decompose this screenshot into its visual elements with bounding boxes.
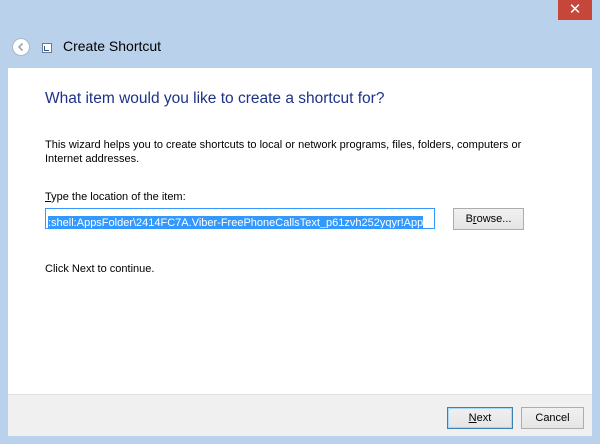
wizard-content: What item would you like to create a sho…	[8, 68, 592, 394]
location-label: Type the location of the item:	[45, 191, 186, 203]
next-label-text: ext	[476, 412, 492, 424]
shortcut-icon	[42, 43, 52, 53]
location-label-text: ype the location of the item:	[51, 191, 186, 203]
next-label-mnemonic: N	[468, 412, 477, 424]
browse-label-prefix: B	[465, 213, 473, 225]
back-button[interactable]	[12, 38, 30, 56]
close-button[interactable]: ✕	[558, 0, 592, 20]
browse-button[interactable]: Br owse...	[453, 208, 524, 230]
location-input[interactable]: :shell:AppsFolder\2414FC7A.Viber-FreePho…	[45, 208, 435, 229]
location-input-value[interactable]: :shell:AppsFolder\2414FC7A.Viber-FreePho…	[48, 216, 424, 228]
wizard-footer: Next Cancel	[8, 394, 592, 436]
continue-hint: Click Next to continue.	[45, 263, 155, 275]
close-icon[interactable]: ✕	[569, 1, 582, 18]
wizard-header: Create Shortcut	[8, 30, 592, 66]
window-title: Create Shortcut	[63, 38, 162, 54]
browse-label-suffix: owse...	[476, 213, 512, 225]
page-heading: What item would you like to create a sho…	[45, 90, 385, 107]
wizard-description: This wizard helps you to create shortcut…	[45, 139, 522, 165]
cancel-label: Cancel	[535, 412, 570, 424]
back-arrow-icon	[17, 42, 24, 52]
create-shortcut-window: ✕ Create Shortcut What item would you li…	[0, 0, 600, 444]
next-button[interactable]: Next	[447, 407, 513, 429]
cancel-button[interactable]: Cancel	[521, 407, 584, 429]
